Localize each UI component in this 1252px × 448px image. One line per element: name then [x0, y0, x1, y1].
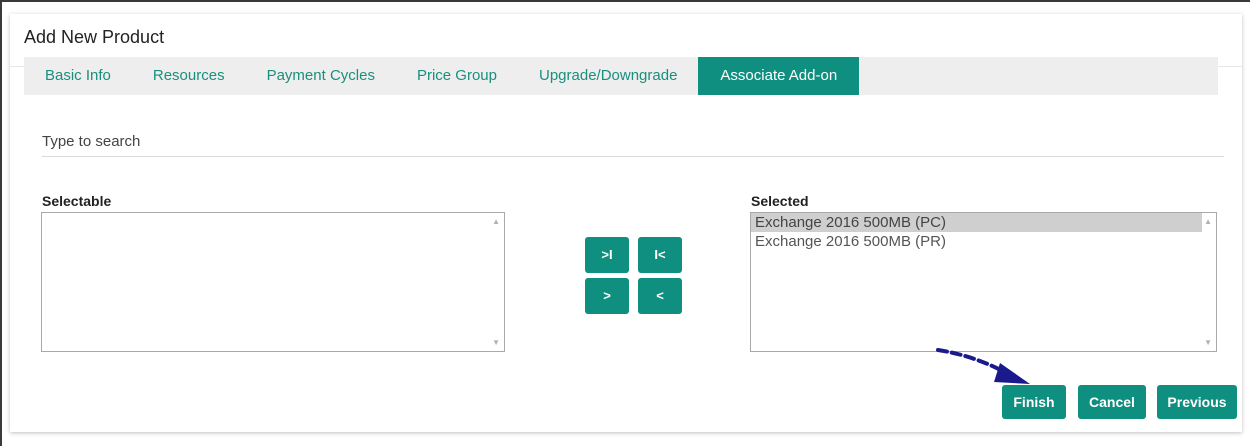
- list-item[interactable]: Exchange 2016 500MB (PR): [751, 232, 1202, 251]
- cancel-button[interactable]: Cancel: [1078, 385, 1146, 419]
- selected-label: Selected: [751, 193, 809, 209]
- move-left-button[interactable]: <: [638, 278, 682, 314]
- selectable-list[interactable]: ▲ ▼: [41, 212, 505, 352]
- finish-button[interactable]: Finish: [1002, 385, 1066, 419]
- page-title: Add New Product: [24, 27, 165, 47]
- tab-price-group[interactable]: Price Group: [396, 57, 518, 95]
- scroll-down-icon[interactable]: ▼: [1204, 338, 1212, 347]
- move-all-right-button[interactable]: >I: [585, 237, 629, 273]
- tab-resources[interactable]: Resources: [132, 57, 246, 95]
- selectable-label: Selectable: [42, 193, 112, 209]
- tab-associate-add-on[interactable]: Associate Add-on: [698, 57, 860, 95]
- move-all-left-button[interactable]: I<: [638, 237, 682, 273]
- scroll-down-icon[interactable]: ▼: [492, 338, 500, 347]
- tab-bar: Basic Info Resources Payment Cycles Pric…: [24, 57, 1218, 95]
- tab-basic-info[interactable]: Basic Info: [24, 57, 132, 95]
- tab-upgrade-downgrade[interactable]: Upgrade/Downgrade: [518, 57, 698, 95]
- search-input[interactable]: [42, 126, 1224, 157]
- selected-list[interactable]: Exchange 2016 500MB (PC) Exchange 2016 5…: [750, 212, 1217, 352]
- scroll-up-icon[interactable]: ▲: [1204, 217, 1212, 226]
- move-right-button[interactable]: >: [585, 278, 629, 314]
- previous-button[interactable]: Previous: [1157, 385, 1237, 419]
- dashed-arrow-icon: [936, 348, 1030, 384]
- scroll-up-icon[interactable]: ▲: [492, 217, 500, 226]
- list-item[interactable]: Exchange 2016 500MB (PC): [751, 213, 1202, 232]
- tab-payment-cycles[interactable]: Payment Cycles: [246, 57, 396, 95]
